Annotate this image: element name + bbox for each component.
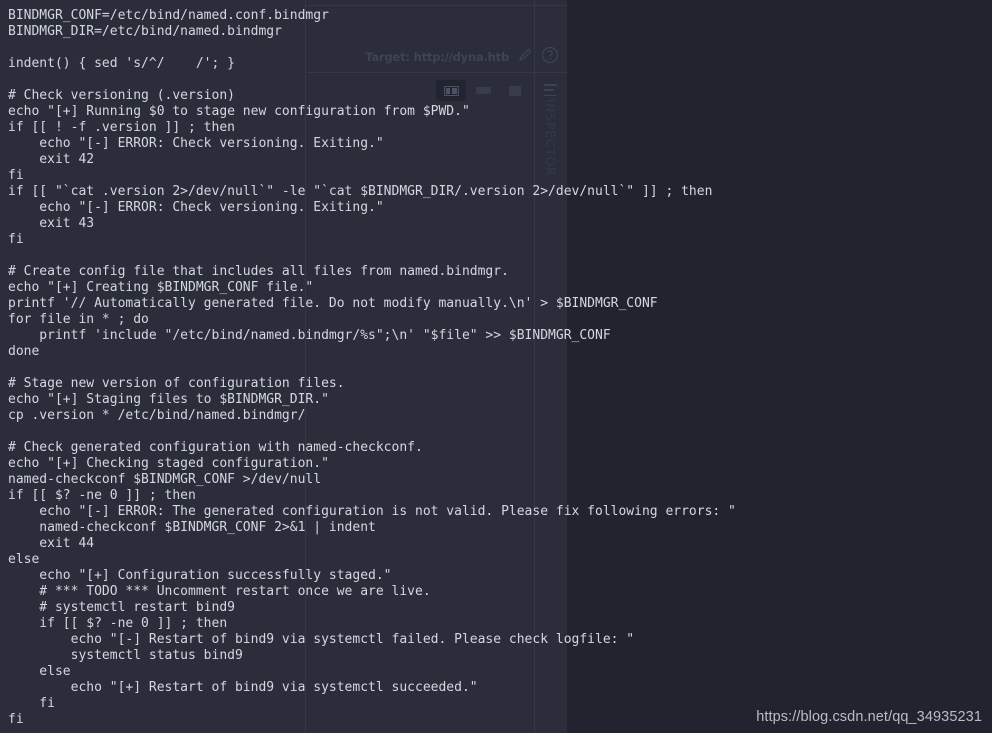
watermark-url: https://blog.csdn.net/qq_34935231: [756, 709, 982, 725]
script-source-text: BINDMGR_CONF=/etc/bind/named.conf.bindmg…: [8, 8, 736, 727]
code-pane: BINDMGR_CONF=/etc/bind/named.conf.bindmg…: [0, 0, 992, 733]
